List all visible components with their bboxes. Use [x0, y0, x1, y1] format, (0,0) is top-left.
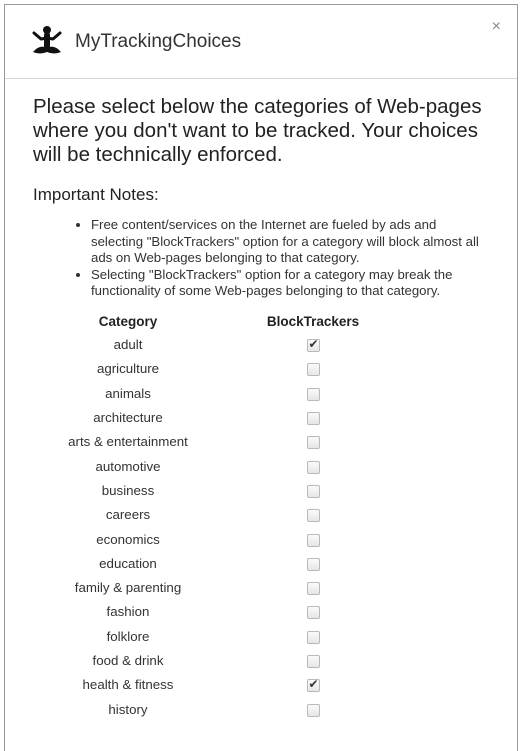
- table-row: careers: [33, 503, 403, 527]
- category-label: folklore: [106, 628, 150, 644]
- table-row: health & fitness: [33, 673, 403, 697]
- blocktrackers-cell: [223, 405, 403, 429]
- blocktrackers-checkbox[interactable]: [306, 509, 320, 523]
- dialog-window: MyTrackingChoices × Please select below …: [4, 4, 518, 751]
- table-row: animals: [33, 381, 403, 405]
- blocktrackers-checkbox[interactable]: [306, 363, 320, 377]
- table-header-row: Category BlockTrackers: [33, 310, 403, 333]
- category-label: automotive: [95, 458, 161, 474]
- dialog-header: MyTrackingChoices ×: [5, 5, 517, 79]
- table-row: adult: [33, 333, 403, 357]
- category-label: careers: [105, 507, 151, 523]
- blocktrackers-cell: [223, 381, 403, 405]
- blocktrackers-checkbox[interactable]: [306, 606, 320, 620]
- category-label: health & fitness: [82, 677, 174, 693]
- blocktrackers-cell: [223, 357, 403, 381]
- category-label: business: [101, 482, 155, 498]
- blocktrackers-cell: [223, 575, 403, 599]
- category-table: Category BlockTrackers adultagriculturea…: [33, 310, 403, 722]
- table-row: folklore: [33, 624, 403, 648]
- category-label: arts & entertainment: [68, 434, 188, 450]
- category-label: family & parenting: [74, 580, 182, 596]
- table-row: history: [33, 697, 403, 721]
- blocktrackers-cell: [223, 478, 403, 502]
- blocktrackers-cell: [223, 673, 403, 697]
- app-title: MyTrackingChoices: [75, 30, 242, 52]
- category-label: history: [108, 701, 148, 717]
- blocktrackers-checkbox[interactable]: [306, 387, 320, 401]
- blocktrackers-checkbox[interactable]: [306, 533, 320, 547]
- notes-list: Free content/services on the Internet ar…: [91, 217, 491, 300]
- blocktrackers-cell: [223, 648, 403, 672]
- category-label: education: [99, 555, 157, 571]
- category-rows: adult agriculture animals architecture arts …: [33, 333, 403, 722]
- table-row: family & parenting: [33, 575, 403, 599]
- category-label: food & drink: [92, 653, 164, 668]
- blocktrackers-cell: [223, 454, 403, 478]
- note-item: Free content/services on the Internet ar…: [91, 217, 491, 267]
- blocktrackers-cell: [223, 527, 403, 551]
- blocktrackers-cell: [223, 430, 403, 454]
- blocktrackers-checkbox[interactable]: [306, 677, 320, 693]
- notes-heading: Important Notes:: [33, 185, 159, 204]
- table-row: automotive: [33, 454, 403, 478]
- table-row: business: [33, 478, 403, 502]
- blocktrackers-cell: [223, 333, 403, 357]
- blocktrackers-cell: [223, 503, 403, 527]
- blocktrackers-checkbox[interactable]: [306, 654, 320, 668]
- blocktrackers-checkbox[interactable]: [306, 436, 320, 450]
- blocktrackers-column-header: BlockTrackers: [266, 313, 360, 329]
- table-row: fashion: [33, 600, 403, 624]
- meditating-person-icon: [29, 24, 65, 60]
- blocktrackers-cell: [223, 600, 403, 624]
- blocktrackers-cell: [223, 697, 403, 721]
- category-label: agriculture: [96, 361, 160, 377]
- category-label: economics: [96, 531, 160, 547]
- blocktrackers-checkbox[interactable]: [306, 582, 320, 596]
- blocktrackers-cell: [223, 624, 403, 648]
- table-row: arts & entertainment: [33, 430, 403, 454]
- blocktrackers-checkbox[interactable]: [306, 412, 320, 426]
- category-label: fashion: [106, 604, 150, 620]
- table-row: architecture: [33, 405, 403, 429]
- blocktrackers-checkbox[interactable]: [306, 460, 320, 474]
- blocktrackers-checkbox[interactable]: [306, 337, 320, 353]
- intro-text: Please select below the categories of We…: [33, 95, 482, 166]
- table-row: economics: [33, 527, 403, 551]
- blocktrackers-checkbox[interactable]: [306, 557, 320, 571]
- blocktrackers-checkbox[interactable]: [306, 703, 320, 717]
- category-column-header: Category: [98, 313, 158, 329]
- blocktrackers-checkbox[interactable]: [306, 484, 320, 498]
- blocktrackers-cell: [223, 551, 403, 575]
- close-icon[interactable]: ×: [492, 19, 501, 35]
- category-label: architecture: [93, 410, 163, 426]
- table-row: education: [33, 551, 403, 575]
- blocktrackers-checkbox[interactable]: [306, 630, 320, 644]
- table-row: food & drink: [33, 648, 403, 672]
- note-item: Selecting "BlockTrackers" option for a c…: [91, 267, 491, 300]
- table-row: agriculture: [33, 357, 403, 381]
- category-label: adult: [113, 337, 143, 353]
- dialog-body: Please select below the categories of We…: [5, 79, 517, 721]
- category-label: animals: [105, 385, 151, 401]
